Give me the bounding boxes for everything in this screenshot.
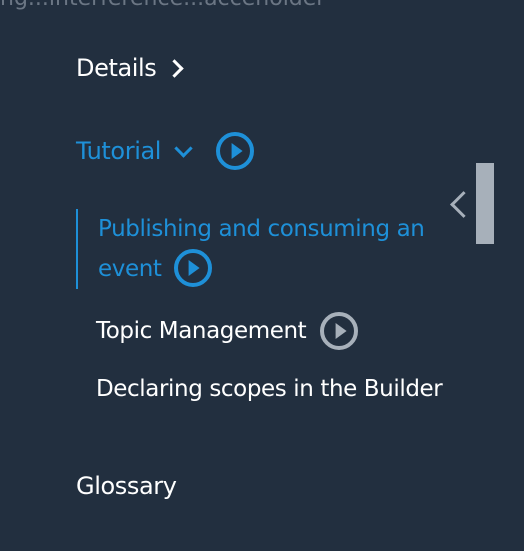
nav-subitem-topic-management-label: Topic Management [96, 318, 307, 344]
nav-subitem-topic-management[interactable]: Topic Management [96, 312, 359, 350]
nav-subitem-declaring-scopes-label: Declaring scopes in the Builder [96, 376, 443, 402]
scrollbar-thumb[interactable] [476, 163, 494, 244]
nav-item-tutorial[interactable]: Tutorial [76, 132, 255, 170]
nav-item-details[interactable]: Details [76, 54, 185, 82]
nav-item-glossary-label: Glossary [76, 472, 177, 500]
play-icon[interactable] [173, 248, 212, 287]
chevron-right-icon [165, 58, 185, 78]
nav-item-details-label: Details [76, 54, 157, 82]
nav-subitem-publishing[interactable]: Publishing and consuming an event [76, 209, 458, 289]
play-icon[interactable] [216, 132, 255, 170]
clipped-header-text: ng...interference...acceholder [0, 0, 325, 11]
nav-item-glossary[interactable]: Glossary [76, 472, 177, 500]
chevron-down-icon [174, 138, 193, 158]
nav-subitem-publishing-label: Publishing and consuming an event [98, 216, 425, 282]
nav-item-tutorial-label: Tutorial [76, 137, 162, 165]
nav-subitem-declaring-scopes[interactable]: Declaring scopes in the Builder [96, 376, 443, 402]
play-icon[interactable] [320, 312, 359, 350]
collapse-sidebar-button[interactable] [443, 186, 473, 222]
